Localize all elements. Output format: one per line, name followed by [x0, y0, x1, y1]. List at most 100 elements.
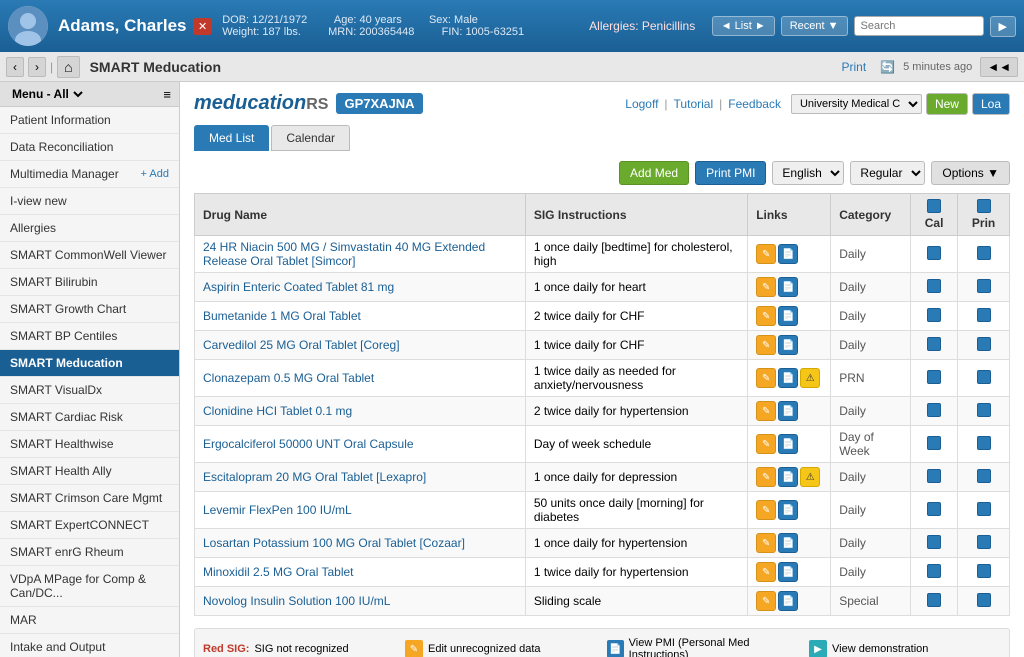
edit-icon-btn[interactable]: ✎	[756, 401, 776, 421]
prin-cell[interactable]	[958, 558, 1010, 587]
warn-icon-btn[interactable]: ⚠	[800, 467, 820, 487]
sidebar-item-3[interactable]: I-view new	[0, 188, 179, 215]
sidebar-item-17[interactable]: VDpA MPage for Comp & Can/DC...	[0, 566, 179, 607]
links-cell[interactable]: ✎📄	[748, 302, 831, 331]
doc-icon-btn[interactable]: 📄	[778, 244, 798, 264]
sidebar-item-14[interactable]: SMART Crimson Care Mgmt	[0, 485, 179, 512]
sidebar-item-5[interactable]: SMART CommonWell Viewer	[0, 242, 179, 269]
sidebar-item-1[interactable]: Data Reconciliation	[0, 134, 179, 161]
cal-cell[interactable]	[911, 558, 958, 587]
links-cell[interactable]: ✎📄	[748, 558, 831, 587]
cal-cell[interactable]	[911, 236, 958, 273]
prin-checkbox[interactable]	[977, 593, 991, 607]
prin-cell[interactable]	[958, 236, 1010, 273]
cal-checkbox[interactable]	[927, 564, 941, 578]
prin-cell[interactable]	[958, 397, 1010, 426]
links-cell[interactable]: ✎📄	[748, 492, 831, 529]
links-cell[interactable]: ✎📄	[748, 331, 831, 360]
prin-checkbox[interactable]	[977, 469, 991, 483]
tab-calendar[interactable]: Calendar	[271, 125, 350, 151]
tutorial-link[interactable]: Tutorial	[674, 97, 714, 111]
sidebar-item-0[interactable]: Patient Information	[0, 107, 179, 134]
cal-checkbox[interactable]	[927, 535, 941, 549]
sidebar-item-9[interactable]: SMART Meducation	[0, 350, 179, 377]
cal-cell[interactable]	[911, 529, 958, 558]
warn-icon-btn[interactable]: ⚠	[800, 368, 820, 388]
edit-icon-btn[interactable]: ✎	[756, 562, 776, 582]
global-search-input[interactable]	[854, 16, 984, 36]
prin-cell[interactable]	[958, 360, 1010, 397]
cal-checkbox[interactable]	[927, 279, 941, 293]
cal-cell[interactable]	[911, 587, 958, 616]
sidebar-item-19[interactable]: Intake and Output	[0, 634, 179, 657]
doc-icon-btn[interactable]: 📄	[778, 533, 798, 553]
collapse-panel-button[interactable]: ◄◄	[980, 57, 1018, 77]
prin-cell[interactable]	[958, 587, 1010, 616]
sidebar-item-8[interactable]: SMART BP Centiles	[0, 323, 179, 350]
edit-icon-btn[interactable]: ✎	[756, 335, 776, 355]
language-select[interactable]: English	[772, 161, 844, 185]
cal-checkbox[interactable]	[927, 502, 941, 516]
prin-checkbox[interactable]	[977, 436, 991, 450]
cal-checkbox[interactable]	[927, 593, 941, 607]
doc-icon-btn[interactable]: 📄	[778, 335, 798, 355]
sidebar-item-2[interactable]: Multimedia Manager+ Add	[0, 161, 179, 188]
sidebar-item-7[interactable]: SMART Growth Chart	[0, 296, 179, 323]
cal-checkbox[interactable]	[927, 370, 941, 384]
type-select[interactable]: Regular	[850, 161, 925, 185]
links-cell[interactable]: ✎📄	[748, 529, 831, 558]
cal-cell[interactable]	[911, 273, 958, 302]
nav-forward-button[interactable]: ›	[28, 57, 46, 77]
sidebar-item-4[interactable]: Allergies	[0, 215, 179, 242]
prin-checkbox[interactable]	[977, 370, 991, 384]
cal-checkbox[interactable]	[927, 308, 941, 322]
cal-cell[interactable]	[911, 426, 958, 463]
close-patient-button[interactable]: ✕	[193, 18, 212, 35]
prin-checkbox[interactable]	[977, 403, 991, 417]
doc-icon-btn[interactable]: 📄	[778, 401, 798, 421]
feedback-link[interactable]: Feedback	[728, 97, 781, 111]
menu-select[interactable]: Menu - All	[8, 86, 86, 102]
print-pmi-button[interactable]: Print PMI	[695, 161, 766, 185]
doc-icon-btn[interactable]: 📄	[778, 368, 798, 388]
prin-cell[interactable]	[958, 463, 1010, 492]
prin-checkbox[interactable]	[977, 564, 991, 578]
prin-cell[interactable]	[958, 331, 1010, 360]
edit-icon-btn[interactable]: ✎	[756, 434, 776, 454]
sidebar-add-btn-2[interactable]: + Add	[141, 168, 169, 180]
prin-checkbox[interactable]	[977, 535, 991, 549]
toolbar-print-button[interactable]: Print	[835, 58, 872, 76]
logoff-link[interactable]: Logoff	[625, 97, 658, 111]
cal-cell[interactable]	[911, 302, 958, 331]
add-med-button[interactable]: Add Med	[619, 161, 689, 185]
edit-icon-btn[interactable]: ✎	[756, 591, 776, 611]
edit-icon-btn[interactable]: ✎	[756, 306, 776, 326]
doc-icon-btn[interactable]: 📄	[778, 434, 798, 454]
nav-back-button[interactable]: ‹	[6, 57, 24, 77]
prin-checkbox[interactable]	[977, 308, 991, 322]
cal-cell[interactable]	[911, 331, 958, 360]
sidebar-item-16[interactable]: SMART enrG Rheum	[0, 539, 179, 566]
prin-checkbox[interactable]	[977, 337, 991, 351]
cal-checkbox[interactable]	[927, 436, 941, 450]
sidebar-item-15[interactable]: SMART ExpertCONNECT	[0, 512, 179, 539]
edit-icon-btn[interactable]: ✎	[756, 467, 776, 487]
links-cell[interactable]: ✎📄	[748, 426, 831, 463]
cal-cell[interactable]	[911, 463, 958, 492]
sidebar-item-11[interactable]: SMART Cardiac Risk	[0, 404, 179, 431]
sidebar-item-13[interactable]: SMART Health Ally	[0, 458, 179, 485]
cal-cell[interactable]	[911, 397, 958, 426]
doc-icon-btn[interactable]: 📄	[778, 306, 798, 326]
links-cell[interactable]: ✎📄	[748, 587, 831, 616]
links-cell[interactable]: ✎📄⚠	[748, 360, 831, 397]
prin-checkbox[interactable]	[977, 279, 991, 293]
prin-cell[interactable]	[958, 492, 1010, 529]
edit-icon-btn[interactable]: ✎	[756, 277, 776, 297]
edit-icon-btn[interactable]: ✎	[756, 533, 776, 553]
cal-checkbox[interactable]	[927, 337, 941, 351]
load-button[interactable]: Loa	[972, 93, 1010, 115]
links-cell[interactable]: ✎📄	[748, 273, 831, 302]
links-cell[interactable]: ✎📄	[748, 236, 831, 273]
cal-checkbox[interactable]	[927, 403, 941, 417]
facility-select[interactable]: University Medical C	[791, 94, 922, 114]
